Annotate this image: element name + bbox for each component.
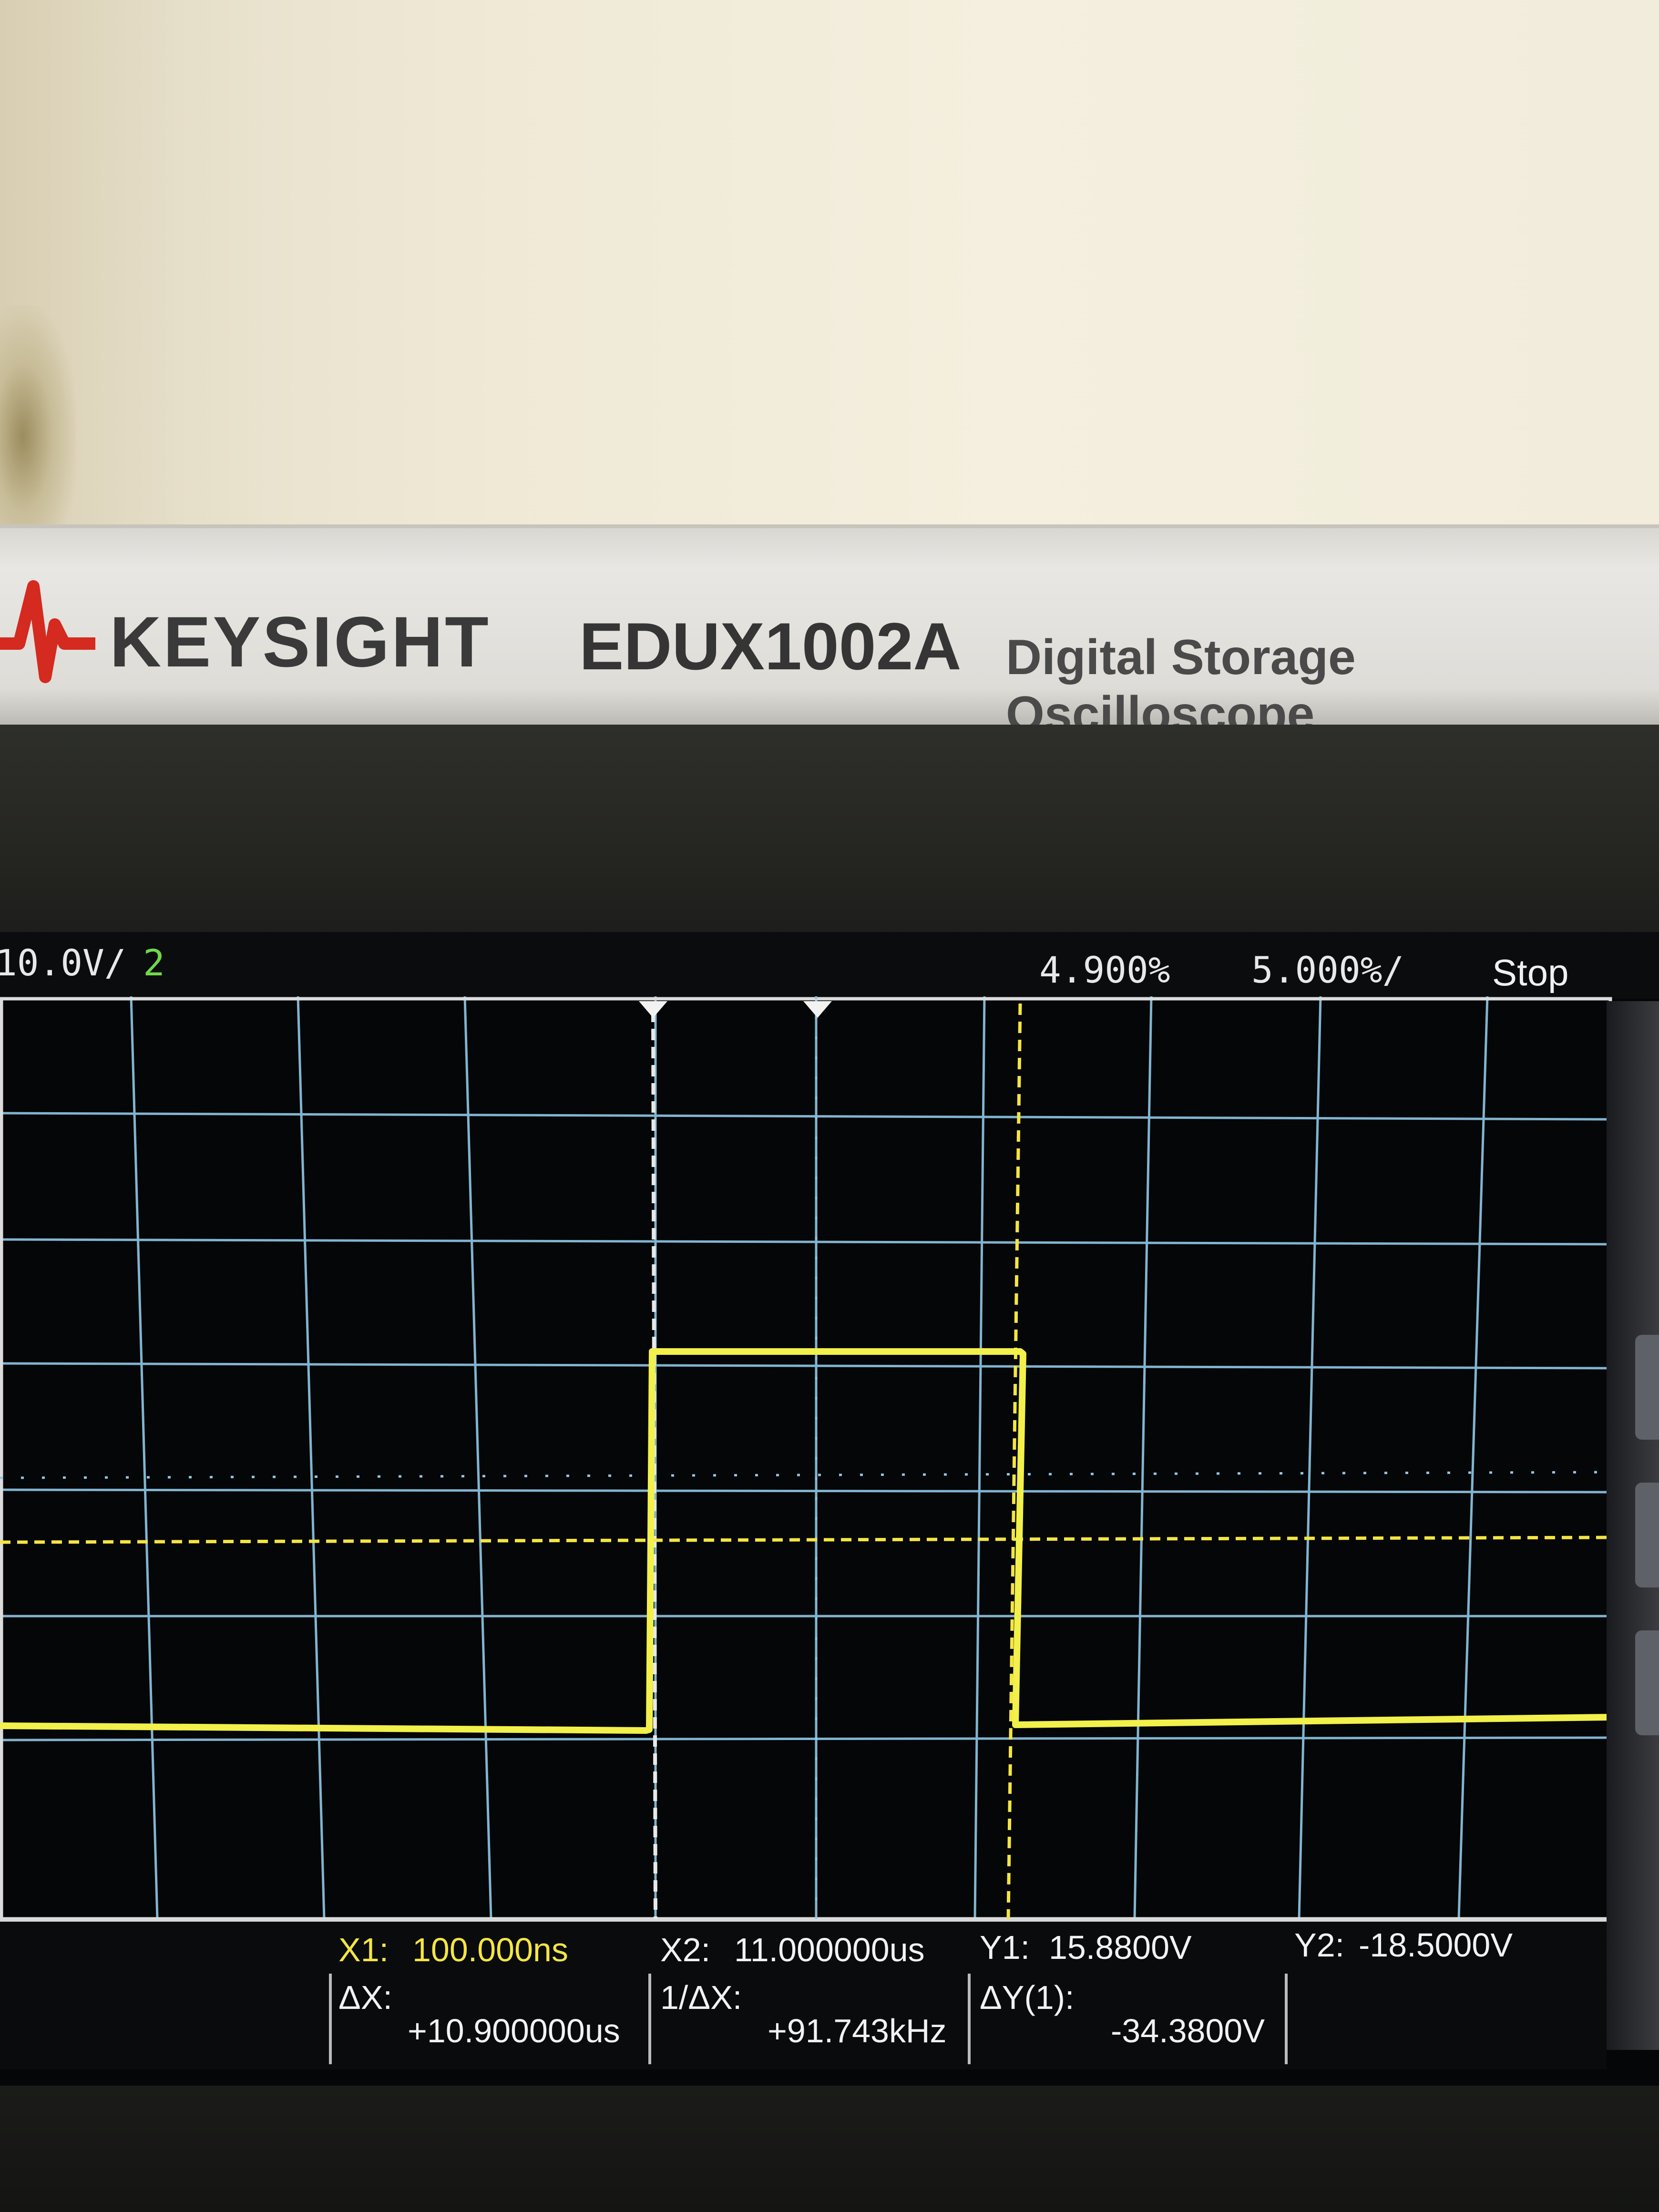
cursor-y-line[interactable] [0,1536,1612,1544]
delta-x-value: +10.900000us [408,2012,620,2049]
oscilloscope-bezel [0,725,1659,934]
waveform-display [0,996,1612,1919]
trigger-marker-icon[interactable] [803,1001,832,1018]
x1-marker-icon[interactable] [639,1001,667,1018]
x1-value: 100.000ns [412,1931,568,1968]
delta-y-value: -34.3800V [1111,2012,1265,2049]
y2-label: Y2: [1294,1926,1345,1964]
inverse-delta-x-label: 1/ΔX: [660,1979,742,2016]
keysight-logo-icon [0,580,95,683]
softkey-tab[interactable] [1635,1335,1659,1440]
x2-label: X2: [660,1931,711,1968]
time-scale[interactable]: 5.000%/ [1251,949,1404,991]
channel-scale[interactable]: 10.0V/ [0,942,126,984]
x2-value: 11.000000us [734,1931,925,1968]
panel-divider [1285,1974,1288,2064]
delta-y-label: ΔY(1): [980,1979,1075,2016]
time-delay[interactable]: 4.900% [1039,949,1170,991]
grid-lines [0,996,1612,1919]
y1-value: 15.8800V [1049,1929,1192,1966]
y2-value: -18.5000V [1359,1926,1513,1964]
model-name: EDUX1002A [579,609,962,684]
graticule-border [0,997,1612,1919]
inverse-delta-x-value: +91.743kHz [768,2012,947,2049]
status-bar [0,932,1659,999]
x1-label: X1: [338,1931,389,1968]
delta-x-label: ΔX: [338,1979,392,2016]
brand-name: KEYSIGHT [110,602,491,682]
panel-divider [648,1974,651,2064]
oscilloscope-bottom-bezel [0,2086,1659,2212]
softkey-tab[interactable] [1635,1483,1659,1587]
y1-label: Y1: [980,1929,1030,1966]
panel-divider [968,1974,971,2064]
center-axis-h [0,1471,1612,1479]
channel-number[interactable]: 2 [143,942,165,984]
run-state[interactable]: Stop [1492,951,1568,994]
panel-divider [329,1974,332,2064]
background-plant [0,305,76,524]
softkey-tab[interactable] [1635,1630,1659,1735]
